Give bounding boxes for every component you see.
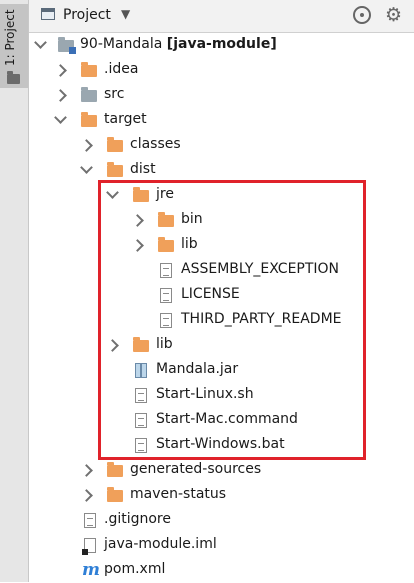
tree-node-mandala-jar[interactable]: Mandala.jar	[29, 358, 414, 383]
text-file-icon	[160, 288, 172, 303]
tree-node-label: lib	[156, 336, 173, 352]
tree-node-jre-bin[interactable]: bin	[29, 208, 414, 233]
locate-icon[interactable]	[353, 6, 371, 24]
tree-node-label: maven-status	[130, 486, 227, 502]
module-name: 90-Mandala	[80, 36, 163, 52]
tree-node-root[interactable]: 90-Mandala [java-module]	[29, 33, 414, 58]
tree-node-label: Start-Windows.bat	[156, 436, 285, 452]
tool-window-sidebar: 1: Project	[0, 0, 29, 582]
project-panel-header: Project ▼ ⚙	[29, 0, 414, 33]
folder-icon	[81, 87, 97, 102]
folder-icon	[7, 71, 20, 84]
folder-icon	[81, 62, 97, 77]
tree-node-jre[interactable]: jre	[29, 183, 414, 208]
tree-node-start-windows[interactable]: Start-Windows.bat	[29, 433, 414, 458]
chevron-right-icon[interactable]	[80, 464, 93, 477]
chevron-right-icon[interactable]	[54, 89, 67, 102]
text-file-icon	[160, 313, 172, 328]
tree-node-label: jre	[156, 186, 174, 202]
folder-icon	[107, 462, 123, 477]
tree-node-generated-sources[interactable]: generated-sources	[29, 458, 414, 483]
tree-node-label: .gitignore	[104, 511, 171, 527]
folder-icon	[81, 112, 97, 127]
tree-node-license[interactable]: LICENSE	[29, 283, 414, 308]
tree-node-assembly-exception[interactable]: ASSEMBLY_EXCEPTION	[29, 258, 414, 283]
text-file-icon	[84, 513, 96, 528]
folder-icon	[107, 137, 123, 152]
tree-node-label: THIRD_PARTY_README	[181, 311, 342, 327]
tree-node-target[interactable]: target	[29, 108, 414, 133]
chevron-right-icon[interactable]	[131, 214, 144, 227]
chevron-right-icon[interactable]	[106, 339, 119, 352]
folder-icon	[107, 162, 123, 177]
module-tag: [java-module]	[166, 36, 277, 52]
tree-node-label: java-module.iml	[104, 536, 217, 552]
tree-node-label: ASSEMBLY_EXCEPTION	[181, 261, 340, 277]
folder-icon	[133, 187, 149, 202]
chevron-right-icon[interactable]	[80, 489, 93, 502]
chevron-right-icon[interactable]	[54, 64, 67, 77]
chevron-right-icon[interactable]	[131, 239, 144, 252]
project-view-title[interactable]: Project	[63, 7, 111, 23]
chevron-down-icon[interactable]: ▼	[121, 7, 130, 21]
tree-node-maven-status[interactable]: maven-status	[29, 483, 414, 508]
tree-node-label: Start-Linux.sh	[156, 386, 254, 402]
tree-node-label: LICENSE	[181, 286, 240, 302]
tree-node-pom[interactable]: m pom.xml	[29, 558, 414, 583]
jar-file-icon	[135, 363, 147, 378]
tree-node-gitignore[interactable]: .gitignore	[29, 508, 414, 533]
maven-icon: m	[82, 560, 100, 580]
tree-node-third-party-readme[interactable]: THIRD_PARTY_README	[29, 308, 414, 333]
tree-node-dist[interactable]: dist	[29, 158, 414, 183]
text-file-icon	[135, 438, 147, 453]
folder-icon	[107, 487, 123, 502]
folder-icon	[133, 337, 149, 352]
tree-node-module-iml[interactable]: java-module.iml	[29, 533, 414, 558]
tree-node-jre-lib[interactable]: lib	[29, 233, 414, 258]
gear-icon[interactable]: ⚙	[385, 4, 402, 26]
folder-icon	[158, 212, 174, 227]
tree-node-label: .idea	[104, 61, 139, 77]
text-file-icon	[160, 263, 172, 278]
module-folder-icon	[58, 37, 76, 54]
tree-node-label: classes	[130, 136, 181, 152]
tree-node-classes[interactable]: classes	[29, 133, 414, 158]
text-file-icon	[135, 413, 147, 428]
tree-node-start-mac[interactable]: Start-Mac.command	[29, 408, 414, 433]
chevron-down-icon[interactable]	[80, 161, 93, 174]
tree-node-label: Start-Mac.command	[156, 411, 298, 427]
tree-node-label: target	[104, 111, 147, 127]
tree-node-label: dist	[130, 161, 156, 177]
tree-node-label: 90-Mandala [java-module]	[80, 36, 277, 52]
chevron-down-icon[interactable]	[34, 36, 47, 49]
module-file-icon	[82, 538, 96, 555]
tree-node-dist-lib[interactable]: lib	[29, 333, 414, 358]
tree-node-label: Mandala.jar	[156, 361, 239, 377]
tree-node-label: bin	[181, 211, 203, 227]
tree-node-label: lib	[181, 236, 198, 252]
folder-icon	[158, 237, 174, 252]
tree-node-idea[interactable]: .idea	[29, 58, 414, 83]
tree-node-label: generated-sources	[130, 461, 262, 477]
tree-node-label: pom.xml	[104, 561, 166, 577]
project-view-icon	[41, 8, 55, 20]
tree-node-start-linux[interactable]: Start-Linux.sh	[29, 383, 414, 408]
project-tool-tab[interactable]: 1: Project	[0, 4, 28, 88]
project-tool-tab-label: 1: Project	[3, 9, 17, 66]
chevron-down-icon[interactable]	[106, 186, 119, 199]
tree-node-label: src	[104, 86, 125, 102]
chevron-down-icon[interactable]	[54, 111, 67, 124]
chevron-right-icon[interactable]	[80, 139, 93, 152]
tree-node-src[interactable]: src	[29, 83, 414, 108]
text-file-icon	[135, 388, 147, 403]
